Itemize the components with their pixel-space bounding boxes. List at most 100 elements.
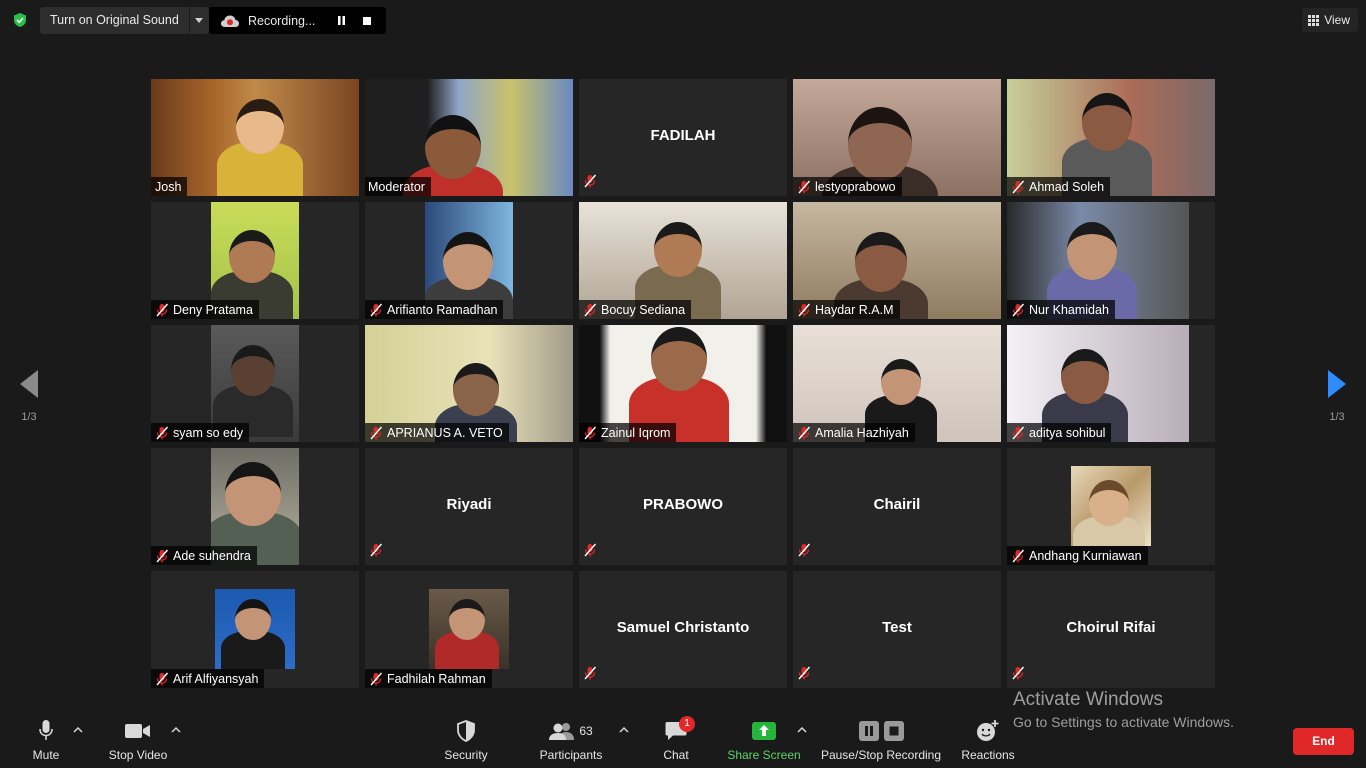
mute-indicator [583, 174, 601, 193]
page-indicator: 1/3 [1329, 411, 1345, 423]
activate-windows-title: Activate Windows [1013, 689, 1163, 710]
participant-tile[interactable]: Deny Pratama [151, 202, 359, 319]
participant-name-tag: Ade suhendra [151, 546, 257, 565]
participant-name: Ade suhendra [173, 548, 251, 563]
stop-recording-button[interactable] [354, 7, 380, 34]
participant-tile[interactable]: Ade suhendra [151, 448, 359, 565]
mic-muted-icon [156, 426, 169, 439]
participant-video [1071, 466, 1151, 546]
participant-tile[interactable]: APRIANUS A. VETO [365, 325, 573, 442]
participant-tile[interactable]: Bocuy Sediana [579, 202, 787, 319]
security-button[interactable]: Security [443, 718, 489, 768]
chevron-down-icon[interactable] [188, 7, 209, 34]
participant-name: Choirul Rifai [1066, 619, 1156, 636]
participant-tile[interactable]: Amalia Hazhiyah [793, 325, 1001, 442]
participant-tile[interactable]: FADILAH [579, 79, 787, 196]
shield-icon [457, 720, 475, 742]
participant-name: Amalia Hazhiyah [815, 425, 909, 440]
participant-name: Nur Khamidah [1029, 302, 1109, 317]
original-sound-button[interactable]: Turn on Original Sound [40, 7, 209, 34]
reactions-label: Reactions [961, 748, 1015, 762]
participant-name-tag: Deny Pratama [151, 300, 259, 319]
participant-name-tag: APRIANUS A. VETO [365, 423, 509, 442]
participant-name-tag: Andhang Kurniawan [1007, 546, 1148, 565]
participant-tile[interactable]: lestyoprabowo [793, 79, 1001, 196]
mic-muted-icon [1012, 180, 1025, 193]
participant-tile[interactable]: Moderator [365, 79, 573, 196]
prev-page-button[interactable]: 1/3 [14, 370, 44, 423]
participant-tile[interactable]: Ahmad Soleh [1007, 79, 1215, 196]
mic-muted-icon [584, 426, 597, 439]
participant-tile[interactable]: Zainul Iqrom [579, 325, 787, 442]
stop-video-button[interactable]: Stop Video [108, 718, 168, 768]
participant-name: PRABOWO [643, 496, 723, 513]
participant-name-tag: Moderator [365, 177, 431, 196]
participant-name-tag: Zainul Iqrom [579, 423, 677, 442]
participant-tile[interactable]: PRABOWO [579, 448, 787, 565]
participant-name: Arif Alfiyansyah [173, 671, 259, 686]
participant-tile[interactable]: Samuel Christanto [579, 571, 787, 688]
security-shield-icon[interactable] [12, 12, 28, 28]
participant-name: syam so edy [173, 425, 244, 440]
participant-tile[interactable]: Arifianto Ramadhan [365, 202, 573, 319]
participant-tile[interactable]: Choirul Rifai [1007, 571, 1215, 688]
participant-tile[interactable]: Nur Khamidah [1007, 202, 1215, 319]
participant-name-tag: aditya sohibul [1007, 423, 1112, 442]
mic-muted-icon [798, 180, 811, 193]
original-sound-label: Turn on Original Sound [50, 13, 179, 27]
participant-name: Chairil [873, 496, 921, 513]
mic-muted-icon [370, 426, 383, 439]
mic-muted-icon [1012, 549, 1025, 562]
participant-name: Josh [155, 179, 182, 194]
participant-name: Riyadi [446, 496, 492, 513]
participant-tile[interactable]: Fadhilah Rahman [365, 571, 573, 688]
chat-button[interactable]: 1 Chat [660, 716, 695, 768]
participant-name: Andhang Kurniawan [1029, 548, 1142, 563]
view-button[interactable]: View [1302, 8, 1358, 32]
participant-tile[interactable]: aditya sohibul [1007, 325, 1215, 442]
chevron-up-icon[interactable] [72, 724, 84, 736]
participant-tile[interactable]: Riyadi [365, 448, 573, 565]
mic-muted-icon [798, 426, 811, 439]
mute-indicator [1011, 666, 1029, 685]
chat-label: Chat [663, 748, 689, 762]
participant-tile[interactable]: Andhang Kurniawan [1007, 448, 1215, 565]
pause-recording-button[interactable] [328, 7, 354, 34]
chevron-up-icon[interactable] [796, 724, 808, 736]
mic-muted-icon [584, 666, 597, 680]
participant-tile[interactable]: Josh [151, 79, 359, 196]
stop-icon [883, 721, 904, 741]
share-screen-button[interactable]: Share Screen [727, 718, 801, 768]
end-meeting-button[interactable]: End [1293, 728, 1354, 755]
mute-button[interactable]: Mute [30, 718, 62, 768]
share-screen-icon [752, 722, 776, 740]
participant-tile[interactable]: Test [793, 571, 1001, 688]
mic-muted-icon [156, 303, 169, 316]
mic-muted-icon [584, 303, 597, 316]
participant-tile[interactable]: Haydar R.A.M [793, 202, 1001, 319]
participant-tile[interactable]: syam so edy [151, 325, 359, 442]
participants-button[interactable]: 63 Participants [538, 718, 604, 768]
pause-stop-recording-button[interactable]: Pause/Stop Recording [820, 718, 942, 768]
participant-name: Haydar R.A.M [815, 302, 894, 317]
pause-icon [337, 16, 345, 25]
participants-icon [549, 723, 575, 740]
mic-muted-icon [798, 543, 811, 557]
reactions-button[interactable]: Reactions [960, 718, 1016, 768]
activate-windows-subtitle: Go to Settings to activate Windows. [1013, 714, 1234, 730]
participant-name-tag: syam so edy [151, 423, 250, 442]
participant-tile[interactable]: Arif Alfiyansyah [151, 571, 359, 688]
participant-video [429, 589, 509, 669]
participant-name-tag: Arifianto Ramadhan [365, 300, 504, 319]
participant-name-tag: Haydar R.A.M [793, 300, 900, 319]
next-page-button[interactable]: 1/3 [1322, 370, 1352, 423]
chevron-up-icon[interactable] [170, 724, 182, 736]
participant-name-tag: lestyoprabowo [793, 177, 902, 196]
participant-name: lestyoprabowo [815, 179, 896, 194]
participant-name-tag: Fadhilah Rahman [365, 669, 492, 688]
participant-name: Fadhilah Rahman [387, 671, 486, 686]
chevron-up-icon[interactable] [618, 724, 630, 736]
mute-indicator [797, 543, 815, 562]
participant-tile[interactable]: Chairil [793, 448, 1001, 565]
mic-muted-icon [584, 174, 597, 188]
